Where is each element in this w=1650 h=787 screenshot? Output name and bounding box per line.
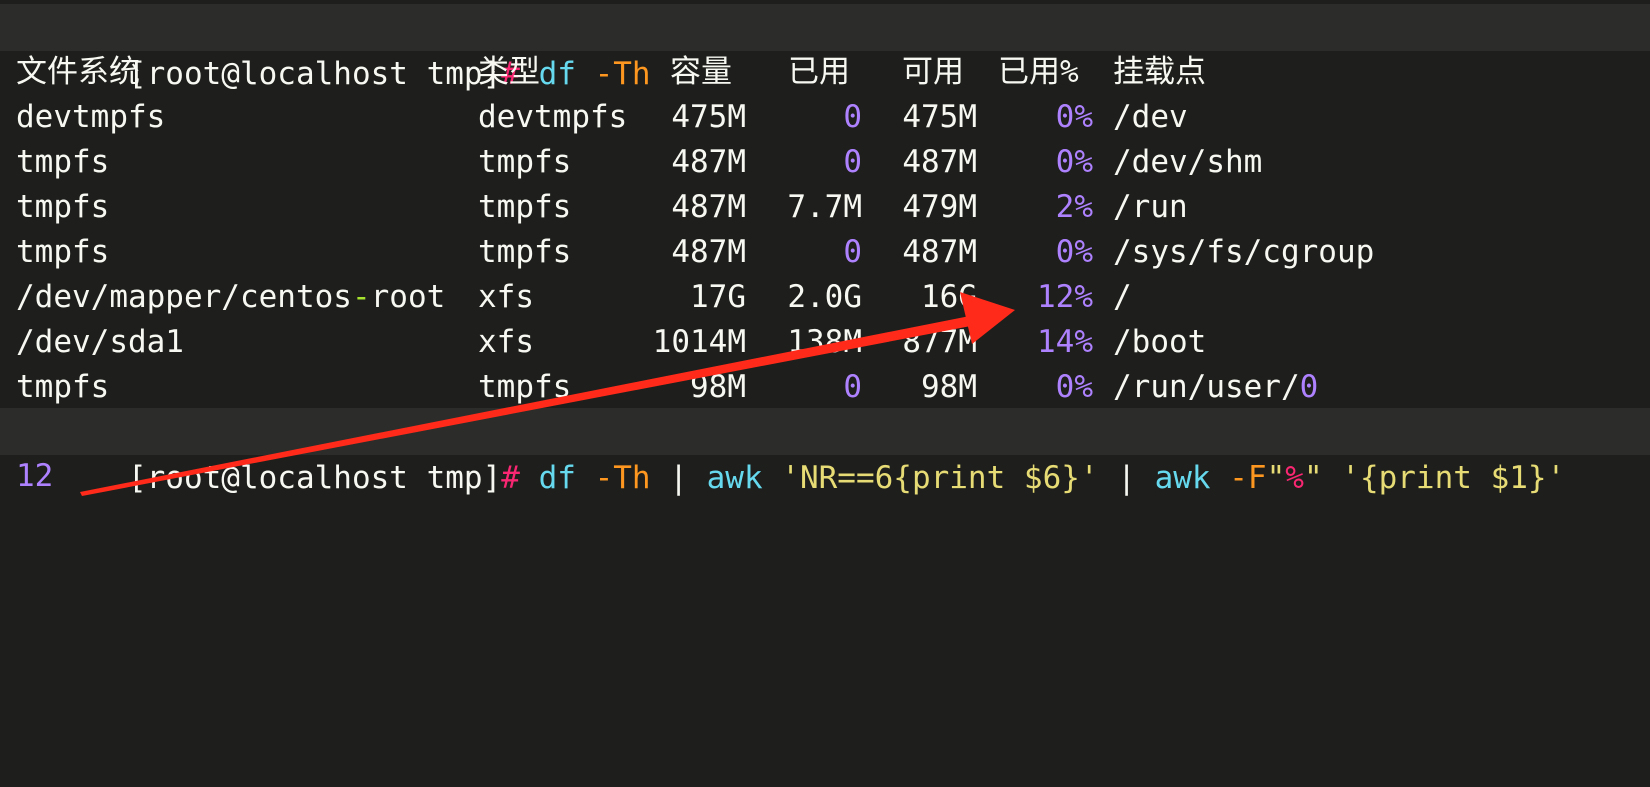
header-mount: 挂载点	[1113, 54, 1206, 90]
cell-filesystem: tmpfs	[16, 144, 110, 180]
cell-size: 487M	[671, 234, 746, 270]
cell-size: 98M	[690, 369, 746, 405]
cell-used: 0	[843, 99, 862, 135]
cell-size: 17G	[690, 279, 746, 315]
header-size: 容量	[670, 54, 732, 90]
fs-part-c: root	[370, 279, 446, 315]
cell-mount: /boot	[1113, 324, 1207, 360]
cell-avail: 487M	[902, 234, 977, 270]
cell-used: 0	[843, 234, 862, 270]
cell-used: 0	[843, 144, 862, 180]
mount-suffix-digit: 0	[1299, 369, 1319, 405]
cell-avail: 877M	[902, 324, 977, 360]
cell-filesystem: devtmpfs	[16, 99, 166, 135]
table-row: tmpfs tmpfs 487M 0 487M 0% /sys/fs/cgrou…	[0, 229, 1650, 276]
fs-part-a: /dev/mapper/centos	[16, 279, 352, 315]
table-row: /dev/sda1 xfs 1014M 138M 877M 14% /boot	[0, 319, 1650, 366]
command-output: 12	[16, 458, 54, 494]
command-output-line: 12	[0, 453, 1650, 500]
cell-used: 2.0G	[787, 279, 862, 315]
table-row: tmpfs tmpfs 487M 0 487M 0% /dev/shm	[0, 139, 1650, 186]
cell-avail: 487M	[902, 144, 977, 180]
header-type: 类型	[478, 54, 540, 90]
cell-mount: /run	[1113, 189, 1188, 225]
cell-size: 1014M	[652, 324, 746, 360]
cell-type: tmpfs	[478, 189, 572, 225]
table-row: devtmpfs devtmpfs 475M 0 475M 0% /dev	[0, 94, 1650, 141]
cell-use-pct: 0%	[1055, 234, 1093, 270]
cell-mount: /sys/fs/cgroup	[1113, 234, 1375, 270]
cell-used: 138M	[787, 324, 862, 360]
cell-use-pct: 12%	[1037, 279, 1093, 315]
cell-use-pct: 14%	[1037, 324, 1093, 360]
cell-used: 0	[843, 369, 862, 405]
cell-filesystem: tmpfs	[16, 234, 110, 270]
df-header-row: 文件系统 类型 容量 已用 可用 已用% 挂载点	[0, 49, 1650, 96]
cell-filesystem: tmpfs	[16, 189, 110, 225]
fs-part-dash: -	[351, 279, 371, 315]
cell-used: 7.7M	[787, 189, 862, 225]
cell-type: tmpfs	[478, 234, 572, 270]
cell-avail: 98M	[921, 369, 977, 405]
table-row: /dev/mapper/centos-root xfs 17G 2.0G 16G…	[0, 274, 1650, 321]
cell-type: xfs	[478, 279, 534, 315]
cell-size: 475M	[671, 99, 746, 135]
cell-use-pct: 0%	[1055, 99, 1093, 135]
prompt-line-1: [root@localhost tmp]# df -Th	[0, 4, 1650, 92]
cell-type: xfs	[478, 324, 534, 360]
cell-mount: /dev	[1113, 99, 1188, 135]
cell-filesystem: /dev/sda1	[16, 324, 184, 360]
cell-mount: /run/user/0	[1113, 364, 1318, 411]
mount-prefix: /run/user/	[1113, 369, 1300, 405]
cell-size: 487M	[671, 189, 746, 225]
header-use-pct: 已用%	[998, 54, 1079, 90]
cell-avail: 475M	[902, 99, 977, 135]
table-row: tmpfs tmpfs 98M 0 98M 0% /run/user/0	[0, 364, 1650, 411]
header-filesystem: 文件系统	[16, 54, 140, 90]
cell-size: 487M	[671, 144, 746, 180]
cell-mount: /	[1113, 279, 1132, 315]
cell-type: devtmpfs	[478, 99, 628, 135]
prompt-line-2: [root@localhost tmp]# df -Th | awk 'NR==…	[0, 408, 1650, 496]
cell-filesystem: /dev/mapper/centos-root	[16, 274, 445, 321]
cell-avail: 16G	[921, 279, 977, 315]
table-row: tmpfs tmpfs 487M 7.7M 479M 2% /run	[0, 184, 1650, 231]
cell-avail: 479M	[902, 189, 977, 225]
cell-use-pct: 0%	[1055, 369, 1093, 405]
cell-use-pct: 2%	[1055, 189, 1093, 225]
cell-type: tmpfs	[478, 369, 572, 405]
cell-type: tmpfs	[478, 144, 572, 180]
header-used: 已用	[788, 54, 850, 90]
cell-filesystem: tmpfs	[16, 369, 110, 405]
terminal-window[interactable]: [root@localhost tmp]# df -Th 文件系统 类型 容量 …	[0, 0, 1650, 521]
cell-use-pct: 0%	[1055, 144, 1093, 180]
cell-mount: /dev/shm	[1113, 144, 1263, 180]
header-avail: 可用	[902, 54, 964, 90]
